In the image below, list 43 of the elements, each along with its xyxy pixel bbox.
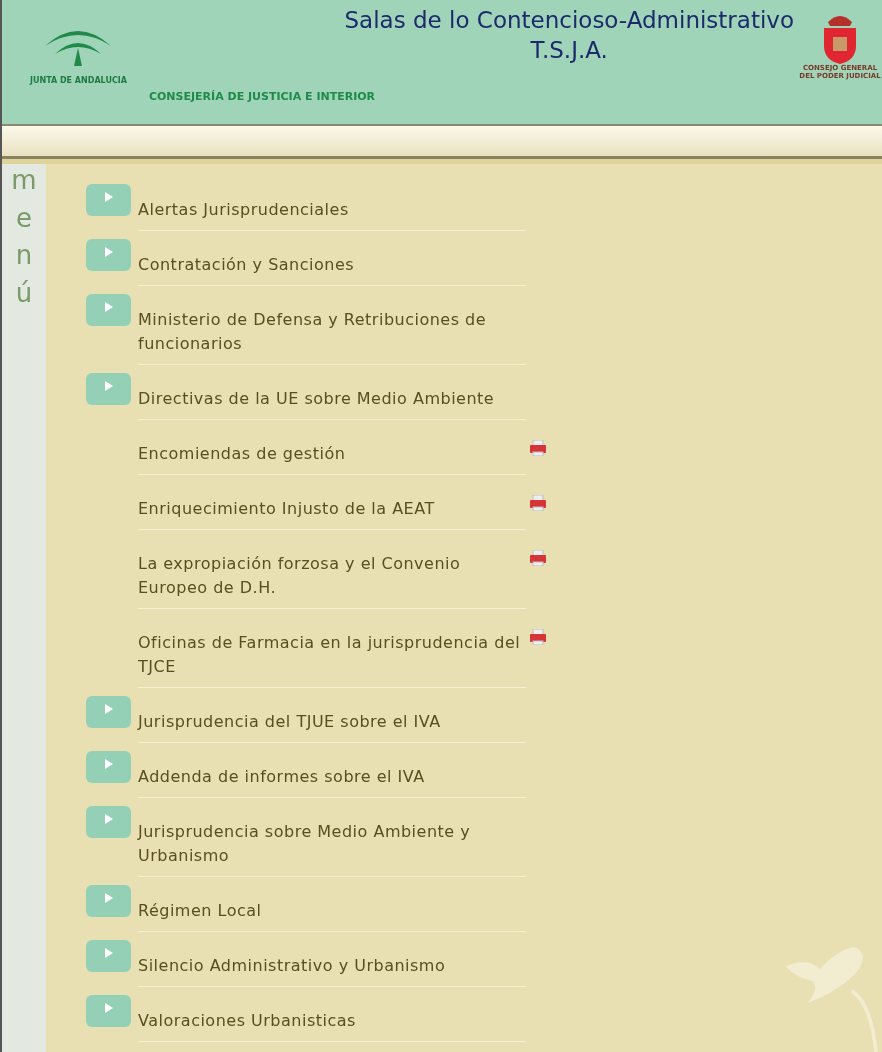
pdf-icon[interactable] [530,550,546,566]
expand-button[interactable] [86,184,131,216]
menu-link[interactable]: Directivas de la UE sobre Medio Ambiente [138,373,526,420]
expand-button[interactable] [86,239,131,271]
menu-link[interactable]: Silencio Administrativo y Urbanismo [138,940,526,987]
play-icon [104,893,113,903]
menu-link[interactable]: Jurisprudencia del TJUE sobre el IVA [138,696,526,743]
department-name: CONSEJERÍA DE JUSTICIA E INTERIOR [148,89,376,103]
site-title: Salas de lo Contencioso-Administrativo [344,6,794,35]
pdf-icon[interactable] [530,440,546,456]
expand-button[interactable] [86,940,131,972]
play-icon [104,948,113,958]
play-icon [104,814,113,824]
play-icon [104,192,113,202]
menu-link[interactable]: Enriquecimiento Injusto de la AEAT [138,483,526,530]
menu-label: menú [11,164,37,311]
play-icon [104,381,113,391]
logo-caption: JUNTA DE ANDALUCIA [30,76,127,85]
menu-link[interactable]: La expropiación forzosa y el Convenio Europeo de D.H. [138,538,526,609]
play-icon [104,759,113,769]
expand-button[interactable] [86,751,131,783]
pdf-icon[interactable] [530,495,546,511]
menu-link[interactable]: Addenda de informes sobre el IVA [138,751,526,798]
expand-button[interactable] [86,885,131,917]
play-icon [104,1003,113,1013]
play-icon [104,704,113,714]
expand-button[interactable] [86,995,131,1027]
menu-link[interactable]: Régimen Local [138,885,526,932]
play-icon [104,302,113,312]
menu-link[interactable]: Jurisprudencia sobre Medio Ambiente y Urbanismo [138,806,526,877]
menu-link[interactable]: Oficinas de Farmacia en la jurisprudencia del TJCE [138,617,526,688]
menu-link[interactable]: Alertas Jurisprudenciales [138,184,526,231]
expand-button[interactable] [86,696,131,728]
menu-link[interactable]: Encomiendas de gestión [138,428,526,475]
menu-link[interactable]: Ministerio de Defensa y Retribuciones de funcionarios [138,294,526,365]
pdf-icon[interactable] [530,629,546,645]
expand-button[interactable] [86,373,131,405]
expand-button[interactable] [86,294,131,326]
site-title: T.S.J.A. [530,35,608,65]
play-icon [104,247,113,257]
expand-button[interactable] [86,806,131,838]
menu-link[interactable]: Contratación y Sanciones [138,239,526,286]
menu-link[interactable]: Valoraciones Urbanisticas [138,995,526,1042]
